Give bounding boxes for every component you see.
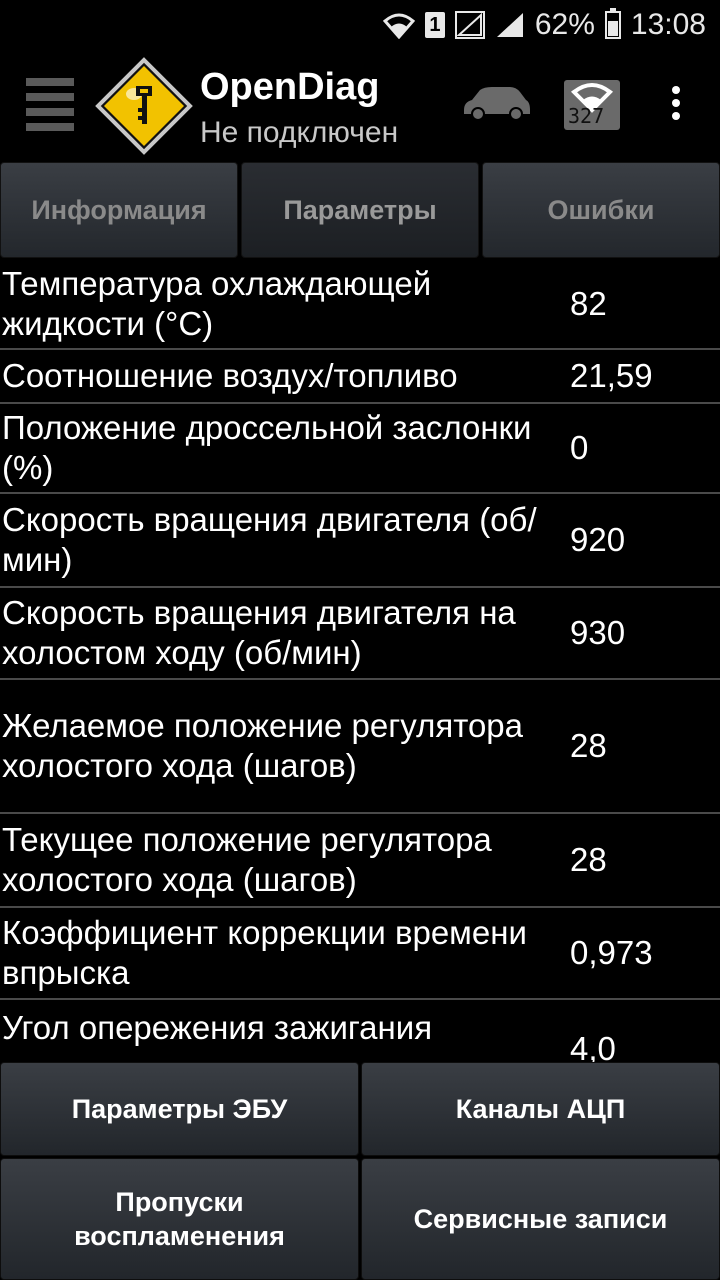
- connection-status: Не подключен: [200, 116, 399, 149]
- clock: 13:08: [630, 8, 706, 41]
- parameter-label: Желаемое положение регулятора холостого …: [2, 707, 524, 784]
- battery-icon: [604, 8, 621, 39]
- battery-percent: 62%: [534, 8, 595, 41]
- list-item: Коэффициент коррекции времени впрыска 0,…: [0, 908, 720, 1000]
- misfires-button[interactable]: Пропуски воспламенения: [0, 1158, 359, 1280]
- parameter-value: 4,0: [570, 1030, 616, 1062]
- battery-level-fill: [607, 21, 618, 36]
- signal-icon: [495, 11, 525, 39]
- parameter-value: 21,59: [570, 357, 653, 394]
- list-item: Температура охлаждающей жидкости (°C) 82: [0, 260, 720, 350]
- parameter-label: Скорость вращения двигателя (об/мин): [2, 501, 537, 578]
- tab-errors[interactable]: Ошибки: [482, 162, 720, 258]
- screen: 1 62% 13:08 OpenDiag Не подключен 327 Ин…: [0, 0, 720, 1280]
- status-bar: 1 62% 13:08: [0, 0, 720, 50]
- bottom-button-panel: Параметры ЭБУ Каналы АЦП Пропуски воспла…: [0, 1062, 720, 1280]
- wifi-icon: [382, 11, 415, 39]
- menu-icon[interactable]: [26, 78, 74, 131]
- list-item: Скорость вращения двигателя на холостом …: [0, 588, 720, 680]
- adapter-code: 327: [568, 104, 605, 128]
- parameter-label: Текущее положение регулятора холостого х…: [2, 821, 492, 898]
- parameter-value: 930: [570, 614, 626, 651]
- service-records-button[interactable]: Сервисные записи: [361, 1158, 720, 1280]
- list-item: Желаемое положение регулятора холостого …: [0, 680, 720, 814]
- parameter-value: 28: [570, 727, 607, 764]
- wifi-adapter-icon[interactable]: 327: [564, 80, 620, 130]
- tab-information[interactable]: Информация: [0, 162, 238, 258]
- parameter-value: 82: [570, 285, 607, 322]
- list-item: Скорость вращения двигателя (об/мин) 920: [0, 494, 720, 588]
- list-item: Текущее положение регулятора холостого х…: [0, 814, 720, 908]
- list-item: Положение дроссельной заслонки (%) 0: [0, 404, 720, 494]
- parameter-label: Положение дроссельной заслонки (%): [2, 409, 532, 486]
- parameter-value: 28: [570, 841, 607, 878]
- parameter-label: Скорость вращения двигателя на холостом …: [2, 594, 516, 671]
- signal-icon: [454, 11, 485, 39]
- parameter-list[interactable]: Температура охлаждающей жидкости (°C) 82…: [0, 260, 720, 1062]
- adc-channels-button[interactable]: Каналы АЦП: [361, 1062, 720, 1156]
- action-bar: OpenDiag Не подключен 327: [0, 50, 720, 160]
- parameter-label: Соотношение воздух/топливо: [2, 357, 458, 394]
- list-item: Угол опережения зажигания 4,0: [0, 1000, 720, 1062]
- car-icon[interactable]: [462, 86, 532, 122]
- tab-parameters[interactable]: Параметры: [241, 162, 479, 258]
- parameter-label: Коэффициент коррекции времени впрыска: [2, 914, 527, 991]
- parameter-value: 0: [570, 429, 589, 466]
- parameter-label: Температура охлаждающей жидкости (°C): [2, 265, 432, 342]
- parameter-value: 920: [570, 521, 626, 558]
- ecu-parameters-button[interactable]: Параметры ЭБУ: [0, 1062, 359, 1156]
- overflow-menu-icon[interactable]: [662, 86, 690, 126]
- parameter-label: Угол опережения зажигания: [2, 1009, 433, 1046]
- parameter-value: 0,973: [570, 934, 653, 971]
- key-logo-icon: [94, 56, 194, 156]
- sim-slot-badge: 1: [424, 12, 445, 38]
- tab-bar: Информация Параметры Ошибки: [0, 162, 720, 258]
- app-title: OpenDiag: [200, 66, 380, 108]
- list-item: Соотношение воздух/топливо 21,59: [0, 350, 720, 404]
